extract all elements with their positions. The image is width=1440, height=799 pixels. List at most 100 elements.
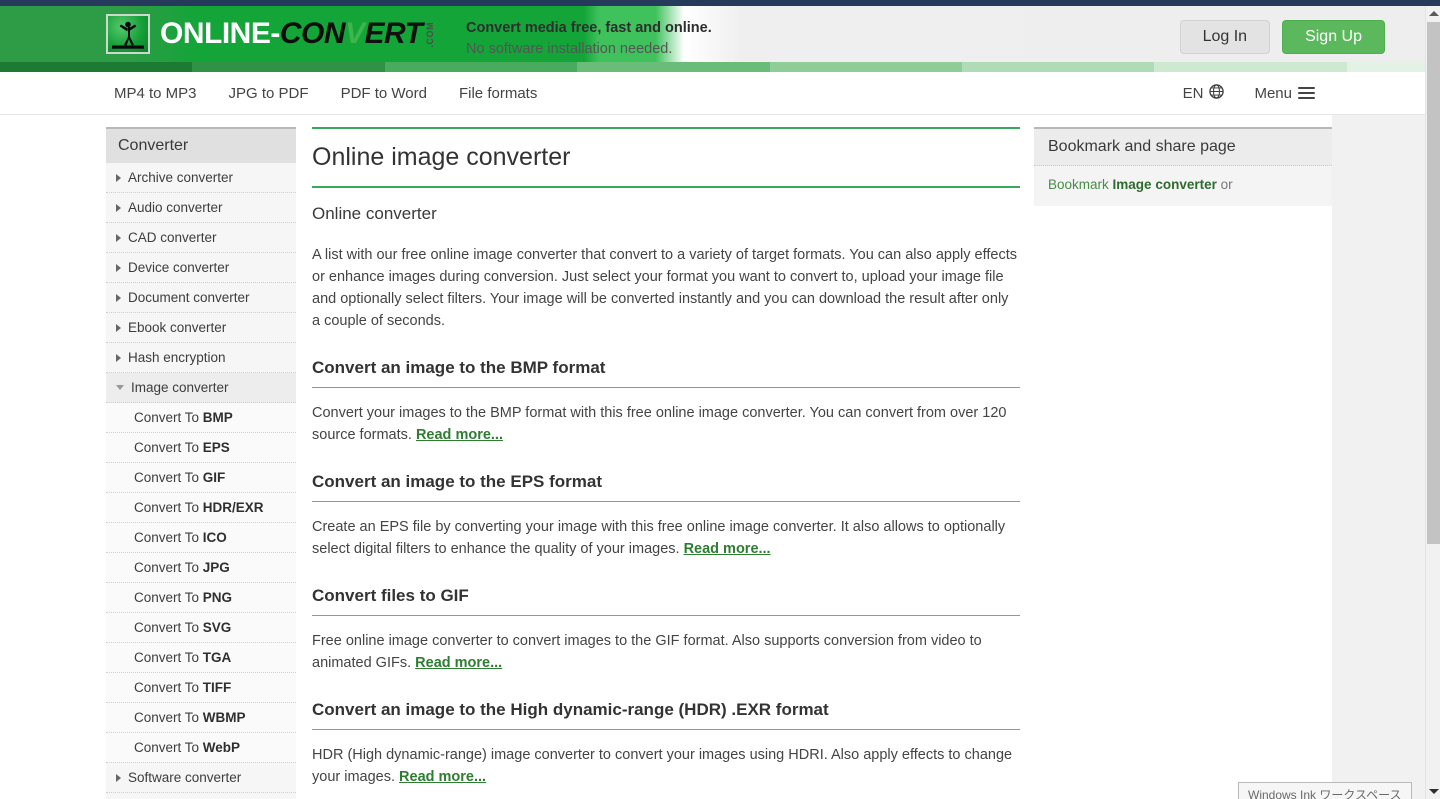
bookmark-target-link[interactable]: Image converter [1113,177,1217,192]
sidebar-item-device-converter[interactable]: Device converter [106,253,296,283]
sidebar-item-archive-converter[interactable]: Archive converter [106,163,296,193]
section-eps: Convert an image to the EPS format Creat… [312,472,1020,560]
content-subtitle: Online converter [312,204,437,223]
sidebar-subitem-format: ICO [202,530,227,545]
chevron-down-icon [116,385,124,390]
sidebar-subitem-convert-to-webp[interactable]: Convert To WebP [106,733,296,763]
sidebar-subitem-prefix: Convert To [134,530,203,545]
header-accent-strip [0,62,1425,72]
section-body: HDR (High dynamic-range) image converter… [312,744,1020,788]
three-column-layout: Converter Archive converter Audio conver… [0,115,1332,799]
read-more-link[interactable]: Read more... [399,769,486,785]
logo-text-con: CON [279,17,346,50]
chevron-right-icon [116,263,121,272]
sidebar-subitem-prefix: Convert To [134,650,203,665]
sidebar-subitem-convert-to-bmp[interactable]: Convert To BMP [106,403,296,433]
nav-link-pdf-to-word[interactable]: PDF to Word [325,85,443,102]
nav-utilities: EN Menu [1182,83,1315,103]
nav-link-jpg-to-pdf[interactable]: JPG to PDF [213,85,325,102]
menu-toggle[interactable]: Menu [1254,84,1315,102]
page-viewport: ONLINE - CON V ERT .COM Convert media free, f… [0,6,1425,799]
sidebar-subitem-prefix: Convert To [134,710,203,725]
bookmark-share-body: Bookmark Image converter or [1034,166,1332,206]
chevron-right-icon [116,323,121,332]
sidebar-title: Converter [106,127,296,163]
sidebar-subitem-format: SVG [202,620,232,635]
section-heading: Convert an image to the EPS format [312,472,1020,503]
converter-sidebar: Converter Archive converter Audio conver… [106,127,296,799]
sidebar-item-ebook-converter[interactable]: Ebook converter [106,313,296,343]
sidebar-item-software-converter[interactable]: Software converter [106,763,296,793]
sidebar-subitem-prefix: Convert To [134,500,203,515]
read-more-link[interactable]: Read more... [416,427,503,443]
sidebar-item-label: Archive converter [128,170,234,185]
chevron-right-icon [116,203,121,212]
scroll-down-arrow-icon[interactable] [1426,784,1440,799]
sidebar-item-video-converter[interactable]: Video converter [106,793,296,799]
sidebar-item-label: Document converter [128,290,250,305]
sidebar-subitem-format: BMP [202,410,233,425]
section-body-text: Create an EPS file by converting your im… [312,519,1006,558]
sidebar-subitem-format: JPG [202,560,230,575]
vertical-scrollbar[interactable] [1425,6,1440,799]
section-body-text: Free online image converter to convert i… [312,633,982,672]
sidebar-subitem-prefix: Convert To [134,560,203,575]
tagline-line-2: No software installation needed. [466,41,673,58]
read-more-link[interactable]: Read more... [415,655,502,671]
logo-text-com: .COM [424,21,435,48]
menu-label: Menu [1254,84,1292,102]
section-heading: Convert files to GIF [312,586,1020,617]
sidebar-subitem-convert-to-hdr-exr[interactable]: Convert To HDR/EXR [106,493,296,523]
right-rail: Bookmark and share page Bookmark Image c… [1034,127,1332,206]
read-more-link[interactable]: Read more... [684,541,771,557]
sidebar-item-document-converter[interactable]: Document converter [106,283,296,313]
sidebar-item-hash-encryption[interactable]: Hash encryption [106,343,296,373]
scroll-up-arrow-icon[interactable] [1426,6,1440,21]
sidebar-item-label: Audio converter [128,200,223,215]
site-header: ONLINE - CON V ERT .COM Convert media free, f… [0,6,1425,62]
sidebar-subitem-format: EPS [202,440,230,455]
sidebar-item-image-converter[interactable]: Image converter [106,373,296,403]
nav-link-file-formats[interactable]: File formats [443,85,553,102]
logo-text-dash: - [270,17,280,50]
sidebar-item-label: CAD converter [128,230,217,245]
sidebar-subitem-convert-to-tiff[interactable]: Convert To TIFF [106,673,296,703]
content-lead-paragraph: A list with our free online image conver… [312,247,1017,330]
windows-ink-workspace-tooltip: Windows Ink ワークスペース [1238,782,1412,799]
section-heading: Convert an image to the High dynamic-ran… [312,700,1020,731]
site-logo[interactable]: ONLINE - CON V ERT .COM [106,14,435,54]
sidebar-item-label: Software converter [128,770,242,785]
sidebar-subitem-convert-to-svg[interactable]: Convert To SVG [106,613,296,643]
sidebar-subitem-convert-to-jpg[interactable]: Convert To JPG [106,553,296,583]
nav-link-mp4-to-mp3[interactable]: MP4 to MP3 [98,85,213,102]
sidebar-subitem-convert-to-ico[interactable]: Convert To ICO [106,523,296,553]
scrollbar-thumb[interactable] [1427,22,1440,544]
chevron-right-icon [116,353,121,362]
logo-text-online: ONLINE [160,17,271,50]
sidebar-subitem-convert-to-tga[interactable]: Convert To TGA [106,643,296,673]
sidebar-subitem-format: GIF [202,470,226,485]
header-account-buttons: Log In Sign Up [1179,20,1385,54]
sidebar-item-label: Ebook converter [128,320,227,335]
language-label: EN [1182,84,1204,102]
sidebar-subitem-convert-to-gif[interactable]: Convert To GIF [106,463,296,493]
chevron-right-icon [116,233,121,242]
page-body: Converter Archive converter Audio conver… [0,115,1332,799]
sidebar-item-cad-converter[interactable]: CAD converter [106,223,296,253]
sidebar-subitem-prefix: Convert To [134,740,203,755]
bookmark-link[interactable]: Bookmark [1048,177,1109,192]
sidebar-item-audio-converter[interactable]: Audio converter [106,193,296,223]
sidebar-subitem-prefix: Convert To [134,620,203,635]
hamburger-icon [1298,84,1315,102]
log-in-button[interactable]: Log In [1179,20,1271,54]
chevron-right-icon [116,293,121,302]
sidebar-subitem-convert-to-wbmp[interactable]: Convert To WBMP [106,703,296,733]
sidebar-subitem-prefix: Convert To [134,410,203,425]
language-switcher[interactable]: EN [1182,83,1225,103]
sidebar-subitem-convert-to-eps[interactable]: Convert To EPS [106,433,296,463]
sidebar-subitem-prefix: Convert To [134,590,203,605]
sidebar-subitem-convert-to-png[interactable]: Convert To PNG [106,583,296,613]
online-convert-logo-mark [106,14,150,54]
sidebar-subitem-format: PNG [202,590,233,605]
sign-up-button[interactable]: Sign Up [1282,20,1385,54]
